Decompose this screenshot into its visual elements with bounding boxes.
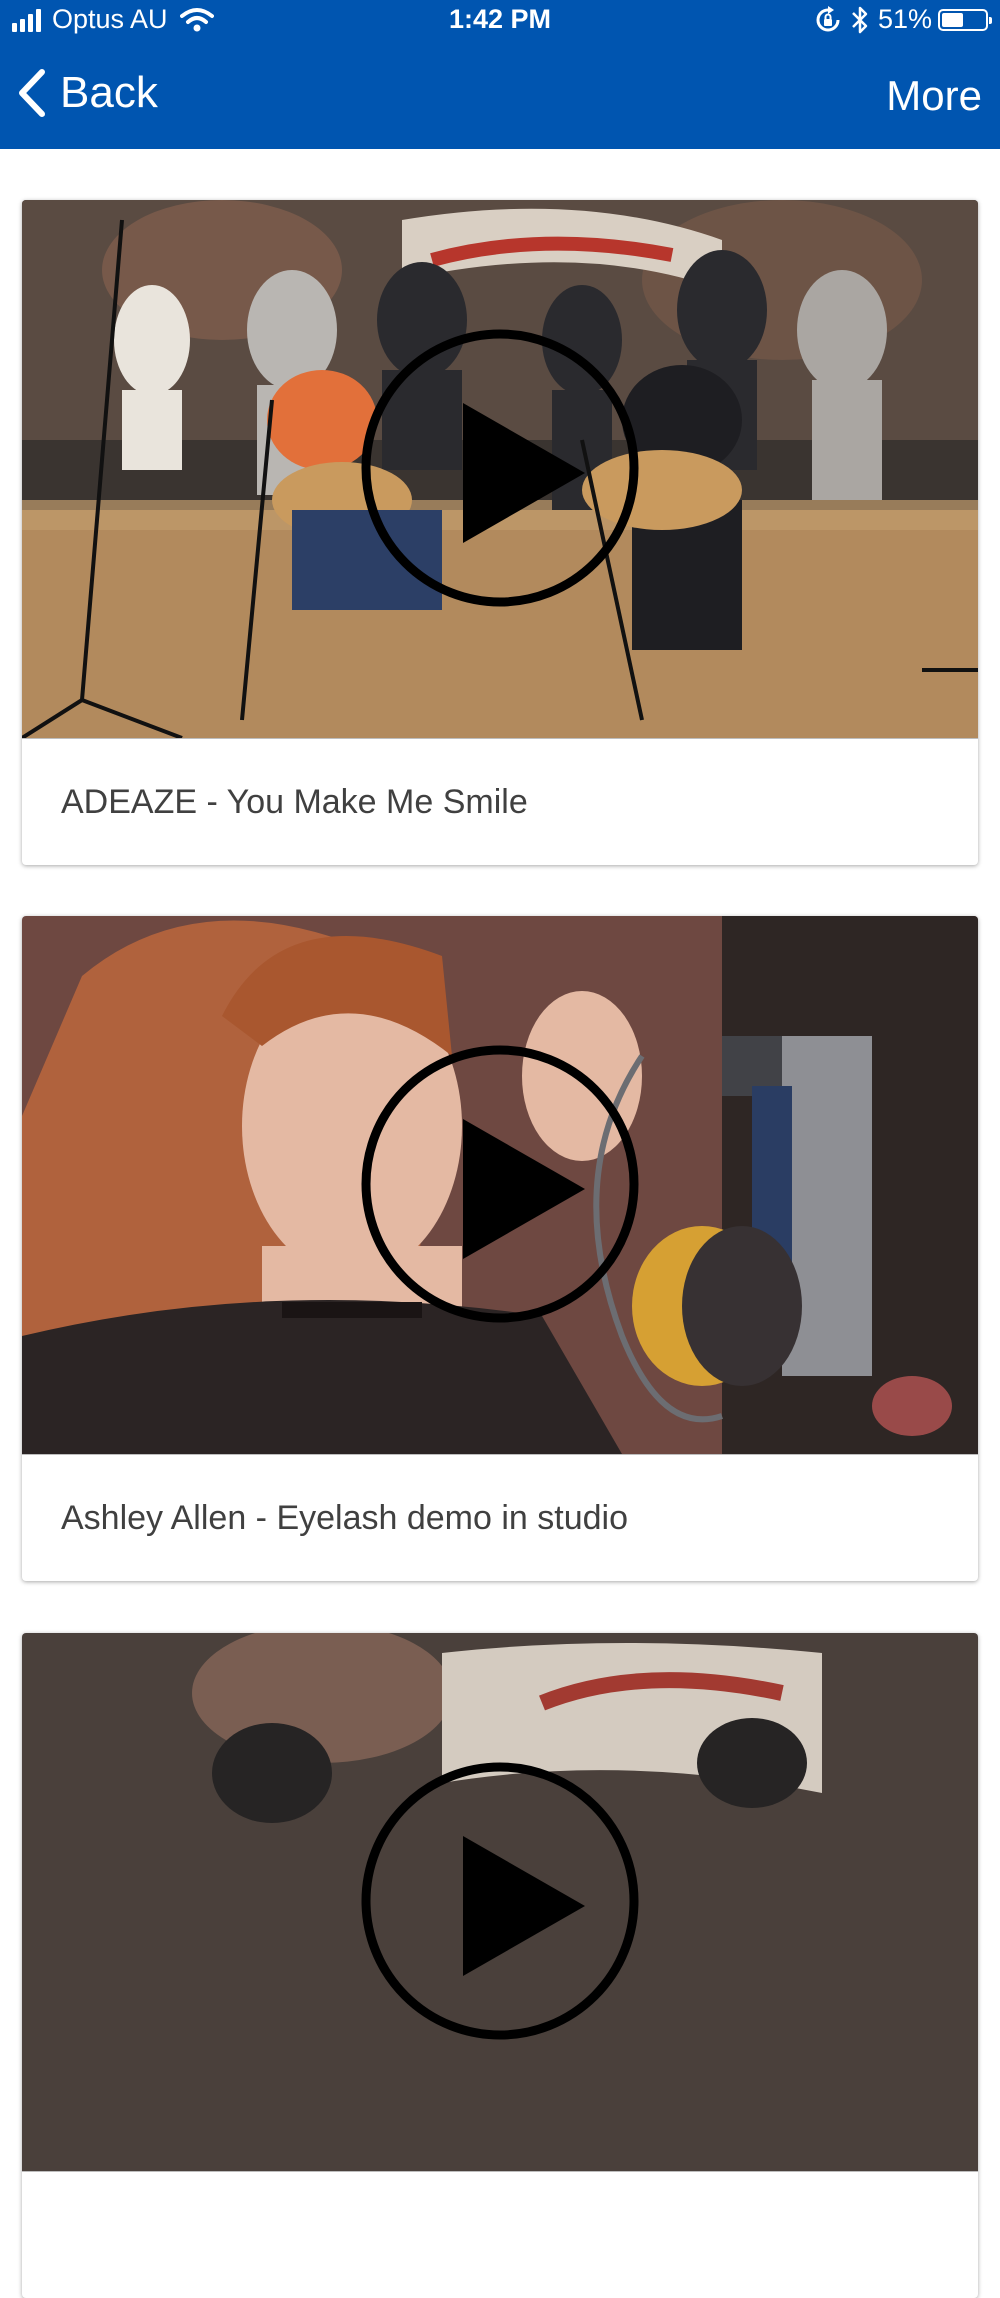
app-header: Optus AU 1:42 PM 51% Back More: [0, 0, 1000, 149]
video-title: ADEAZE - You Make Me Smile: [22, 738, 978, 865]
more-button[interactable]: More: [886, 72, 982, 120]
video-thumbnail[interactable]: [22, 1633, 978, 2171]
video-title: Ashley Allen - Eyelash demo in studio: [22, 1454, 978, 1581]
video-thumbnail[interactable]: [22, 916, 978, 1454]
video-title: [22, 2171, 978, 2298]
video-card[interactable]: [22, 1633, 978, 2298]
bluetooth-icon: [852, 6, 868, 33]
video-card[interactable]: ADEAZE - You Make Me Smile: [22, 200, 978, 865]
video-card[interactable]: Ashley Allen - Eyelash demo in studio: [22, 916, 978, 1581]
battery-fill: [942, 12, 963, 27]
rotation-lock-icon: [816, 5, 840, 31]
play-icon[interactable]: [360, 1044, 640, 1324]
battery-percent: 51%: [877, 4, 932, 34]
nav-bar: Back More: [0, 60, 1000, 140]
play-icon[interactable]: [360, 1761, 640, 2041]
back-button[interactable]: Back: [16, 68, 158, 118]
chevron-left-icon: [19, 69, 45, 117]
video-thumbnail[interactable]: [22, 200, 978, 738]
play-icon[interactable]: [360, 328, 640, 608]
battery-icon: [938, 8, 992, 31]
status-right: 51%: [814, 4, 992, 35]
back-label: Back: [60, 68, 158, 117]
status-bar: Optus AU 1:42 PM 51%: [0, 0, 1000, 44]
